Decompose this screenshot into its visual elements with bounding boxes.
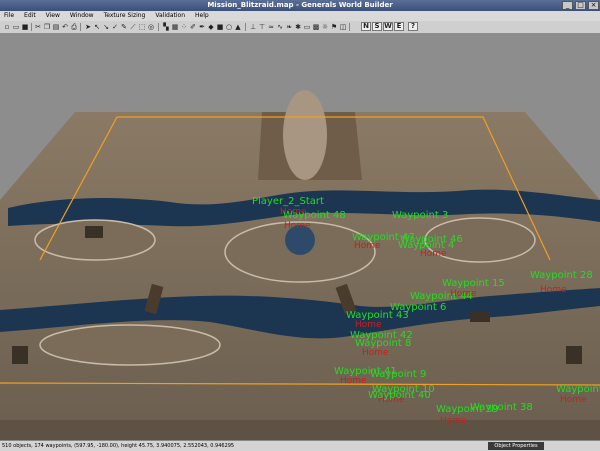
copy-icon[interactable]: ❐ [43, 23, 51, 31]
menu-view[interactable]: View [46, 12, 60, 19]
menu-bar: File Edit View Window Texture Sizing Validati… [0, 11, 600, 21]
waypoint-team-label: Home [420, 249, 447, 259]
open-file-icon[interactable]: ▭ [12, 23, 20, 31]
structure [12, 346, 28, 364]
waypoint-team-label: Home [540, 285, 567, 295]
rect-tool-icon[interactable]: ■ [216, 23, 224, 31]
water-tool-icon[interactable]: ∿ [276, 23, 284, 31]
waypoint-label[interactable]: Player_2_Start [252, 196, 324, 207]
blend-tool-icon[interactable]: ✱ [294, 23, 302, 31]
scorch-tool-icon[interactable]: ☼ [321, 23, 329, 31]
close-button[interactable]: × [588, 1, 599, 10]
view-west-button[interactable]: W [383, 22, 393, 31]
boundary-tool-icon[interactable]: ▭ [303, 23, 311, 31]
link-tool-icon[interactable]: ⟋ [129, 23, 137, 31]
waypoint-team-label: Home [362, 348, 389, 358]
waypoint-label[interactable]: Waypoint 15 [442, 278, 505, 289]
menu-file[interactable]: File [4, 12, 14, 19]
terrain-raise-icon[interactable]: ⊥ [249, 23, 257, 31]
waypoint-label[interactable]: Waypoint 9 [370, 369, 426, 380]
team-tool-icon[interactable]: ⚑ [330, 23, 338, 31]
structure [566, 346, 582, 364]
new-file-icon[interactable]: ▫ [3, 23, 11, 31]
waypoint-team-label: Home [450, 289, 477, 299]
grid-tool-icon[interactable]: ▦ [171, 23, 179, 31]
terrain-flatten-icon[interactable]: ⊤ [258, 23, 266, 31]
waypoint-label[interactable]: Waypoint [556, 384, 600, 395]
light-tool-icon[interactable]: ◎ [147, 23, 155, 31]
eyedropper-tool-icon[interactable]: ✒ [198, 23, 206, 31]
view-north-button[interactable]: N [361, 22, 371, 31]
minimize-button[interactable]: _ [562, 1, 573, 10]
undo-icon[interactable]: ↶ [61, 23, 69, 31]
menu-edit[interactable]: Edit [24, 12, 36, 19]
terrain-edge [0, 420, 600, 440]
waypoint-team-label: Home [560, 395, 587, 405]
toolbar-separator [349, 23, 350, 31]
ridge [39, 324, 221, 366]
map-viewport[interactable]: Player_2_Start Home Waypoint 48 Home Way… [0, 33, 600, 440]
waypoint-team-label: Home [354, 241, 381, 251]
toolbar-separator [80, 23, 81, 31]
save-icon[interactable]: ■ [21, 23, 29, 31]
maximize-button[interactable]: □ [575, 1, 586, 10]
view-south-button[interactable]: S [372, 22, 382, 31]
pointer-tool-icon[interactable]: ➤ [84, 23, 92, 31]
circle-tool-icon[interactable]: ○ [225, 23, 233, 31]
waypoint-label[interactable]: Waypoint 28 [530, 270, 593, 281]
terrain-view[interactable]: Player_2_Start Home Waypoint 48 Home Way… [0, 33, 600, 440]
window-title: Mission_Blitzraid.map - Generals World B… [207, 1, 393, 9]
build-list-icon[interactable]: ▩ [312, 23, 320, 31]
toolbar-separator [31, 23, 32, 31]
waypoint-label[interactable]: Waypoint 48 [283, 210, 346, 221]
waypoint-team-label: Home [340, 376, 367, 386]
waypoint-label[interactable]: Waypoint 3 [392, 210, 448, 221]
waypoint-team-label: Home [440, 416, 467, 426]
object-properties-tab[interactable]: Object Properties [488, 442, 544, 450]
ramp-tool-icon[interactable]: ◫ [339, 23, 347, 31]
menu-window[interactable]: Window [70, 12, 94, 19]
road-tool-icon[interactable]: ↘ [102, 23, 110, 31]
feather-tool-icon[interactable]: ❧ [285, 23, 293, 31]
waypoint-tool-icon[interactable]: ✓ [111, 23, 119, 31]
waypoint-team-label: Home [284, 221, 311, 231]
help-button[interactable]: ? [408, 22, 418, 31]
toolbar-separator [158, 23, 159, 31]
fill-tool-icon[interactable]: ◆ [207, 23, 215, 31]
mountain-tool-icon[interactable]: ▲ [234, 23, 242, 31]
menu-validation[interactable]: Validation [155, 12, 185, 19]
area-tool-icon[interactable]: ⬚ [138, 23, 146, 31]
cut-icon[interactable]: ✂ [34, 23, 42, 31]
menu-help[interactable]: Help [195, 12, 209, 19]
select-tool-icon[interactable]: ↖ [93, 23, 101, 31]
paste-icon[interactable]: ▤ [52, 23, 60, 31]
menu-texture-sizing[interactable]: Texture Sizing [104, 12, 146, 19]
view-east-button[interactable]: E [394, 22, 404, 31]
title-bar: Mission_Blitzraid.map - Generals World B… [0, 0, 600, 11]
print-icon[interactable]: ⎙ [70, 23, 78, 31]
toolbar-separator [245, 23, 246, 31]
brush-tool-icon[interactable]: ✐ [189, 23, 197, 31]
waypoint-label[interactable]: Waypoint 40 [368, 390, 431, 401]
waypoint-label[interactable]: Waypoint 38 [470, 402, 533, 413]
dots-tool-icon[interactable]: ⁘ [180, 23, 188, 31]
citadel-tower [283, 90, 327, 180]
structure [85, 226, 103, 238]
waypoint-team-label: Home [355, 320, 382, 330]
structure [470, 312, 490, 322]
checker-tool-icon[interactable]: ▚ [162, 23, 170, 31]
path-tool-icon[interactable]: ✎ [120, 23, 128, 31]
terrain-smooth-icon[interactable]: ≈ [267, 23, 275, 31]
